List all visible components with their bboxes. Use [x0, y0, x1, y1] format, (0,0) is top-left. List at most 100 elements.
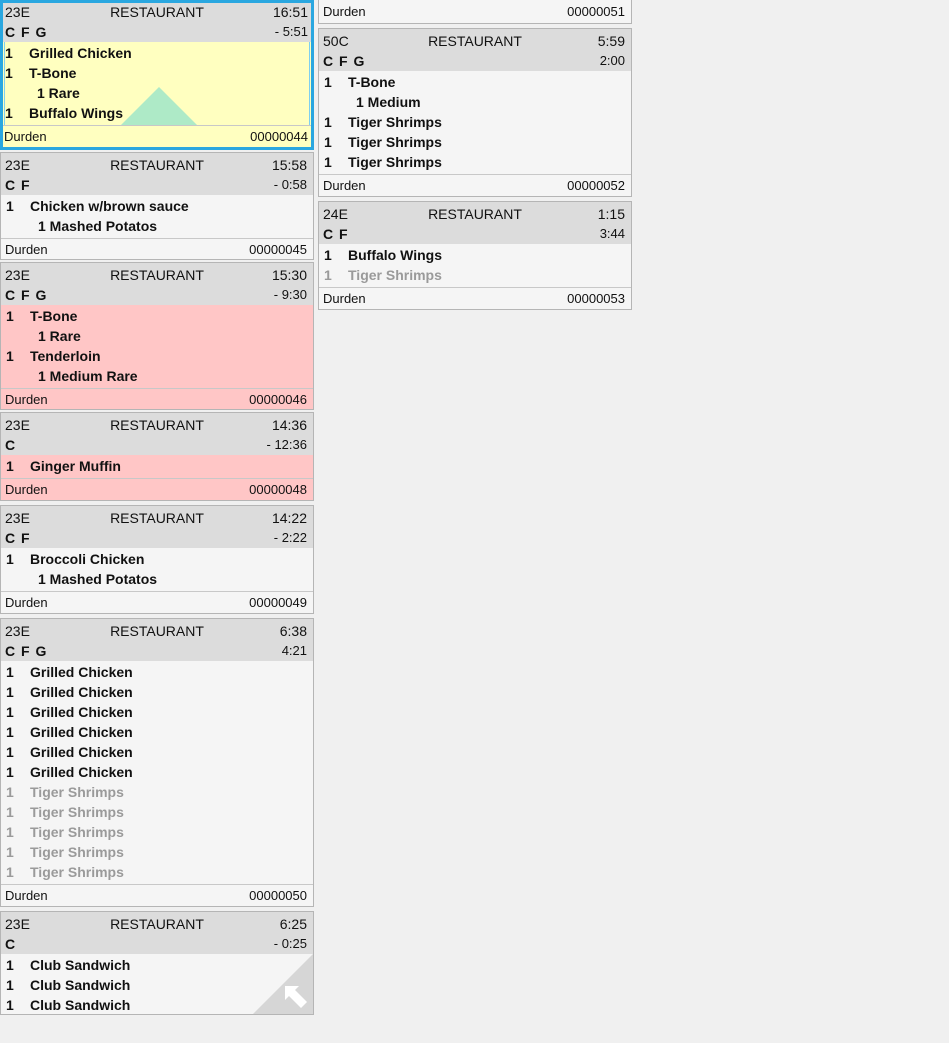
ticket-footer: Durden 00000050 — [1, 884, 313, 906]
order-ticket[interactable]: 23E RESTAURANT 15:58 C F - 0:58 1 Chicken… — [0, 152, 314, 260]
item-qty: 1 — [6, 704, 14, 720]
order-ticket[interactable]: 23E RESTAURANT 6:38 C F G 4:21 1 Grilled … — [0, 618, 314, 907]
item-name: Tiger Shrimps — [30, 804, 124, 820]
item-name: Tiger Shrimps — [30, 844, 124, 860]
item-qty: 1 — [6, 844, 14, 860]
order-item[interactable]: 1 Tiger Shrimps — [319, 132, 631, 152]
modifier-name: 1 Rare — [37, 85, 80, 101]
item-qty: 1 — [5, 65, 13, 81]
server-name: Durden — [5, 482, 48, 497]
order-item-bumped[interactable]: 1 Tiger Shrimps — [1, 842, 313, 862]
order-item[interactable]: 1 T-Bone — [319, 72, 631, 92]
item-name: Tiger Shrimps — [30, 864, 124, 880]
order-item[interactable]: 1 Tenderloin — [1, 346, 313, 366]
item-name: Grilled Chicken — [30, 724, 133, 740]
order-time: 5:59 — [597, 33, 625, 49]
order-item[interactable]: 1 Grilled Chicken — [1, 762, 313, 782]
order-time: 16:51 — [272, 4, 308, 20]
order-item[interactable]: 1 Grilled Chicken — [1, 702, 313, 722]
order-item[interactable]: 1 Tiger Shrimps — [319, 152, 631, 172]
order-ticket[interactable]: 23E RESTAURANT 15:30 C F G - 9:30 1 T-Bon… — [0, 262, 314, 410]
item-name: Tiger Shrimps — [348, 267, 442, 283]
order-item[interactable]: 1 Broccoli Chicken — [1, 549, 313, 569]
item-modifier[interactable]: 1 Rare — [1, 326, 313, 346]
order-item-bumped[interactable]: 1 Tiger Shrimps — [1, 822, 313, 842]
modifier-name: 1 Medium Rare — [38, 368, 138, 384]
order-item-bumped[interactable]: 1 Tiger Shrimps — [1, 862, 313, 882]
order-item[interactable]: 1 Grilled Chicken — [1, 742, 313, 762]
server-name: Durden — [323, 4, 366, 19]
elapsed-time: 4:21 — [281, 643, 307, 658]
order-item[interactable]: 1 Buffalo Wings — [319, 245, 631, 265]
ticket-footer: Durden 00000051 — [319, 0, 631, 23]
order-type: RESTAURANT — [110, 916, 204, 932]
course-flags: C — [5, 936, 17, 952]
item-qty: 1 — [324, 114, 332, 130]
elapsed-time: - 9:30 — [273, 287, 307, 302]
ticket-header: 23E RESTAURANT 15:58 C F - 0:58 — [1, 153, 313, 195]
ticket-footer: Durden 00000052 — [319, 174, 631, 196]
order-item[interactable]: 1 Tiger Shrimps — [319, 112, 631, 132]
order-ticket[interactable]: 23E RESTAURANT 14:22 C F - 2:22 1 Broccol… — [0, 505, 314, 614]
server-name: Durden — [5, 888, 48, 903]
order-item[interactable]: 1 Grilled Chicken — [1, 662, 313, 682]
item-name: Grilled Chicken — [30, 704, 133, 720]
continued-arrow-icon[interactable] — [253, 954, 313, 1014]
order-item-bumped[interactable]: 1 Tiger Shrimps — [319, 265, 631, 285]
order-number: 00000048 — [249, 482, 307, 497]
item-qty: 1 — [6, 348, 14, 364]
elapsed-time: - 2:22 — [273, 530, 307, 545]
item-name: Chicken w/brown sauce — [30, 198, 189, 214]
ticket-footer: Durden 00000045 — [1, 238, 313, 259]
elapsed-time: - 12:36 — [266, 437, 307, 452]
item-list: 1 T-Bone 1 Medium 1 Tiger Shrimps 1 Tiger S… — [319, 71, 631, 174]
order-item-bumped[interactable]: 1 Tiger Shrimps — [1, 782, 313, 802]
item-qty: 1 — [6, 744, 14, 760]
ticket-header: 23E RESTAURANT 15:30 C F G - 9:30 — [1, 263, 313, 305]
item-qty: 1 — [6, 997, 14, 1013]
elapsed-time: 3:44 — [599, 226, 625, 241]
item-modifier[interactable]: 1 Medium — [319, 92, 631, 112]
item-name: Grilled Chicken — [30, 764, 133, 780]
ticket-header: 23E RESTAURANT 14:22 C F - 2:22 — [1, 506, 313, 548]
item-qty: 1 — [5, 45, 13, 61]
item-qty: 1 — [6, 764, 14, 780]
item-name: T-Bone — [30, 308, 78, 324]
order-item[interactable]: 1 Chicken w/brown sauce — [1, 196, 313, 216]
course-flags: C F — [5, 177, 31, 193]
item-qty: 1 — [324, 134, 332, 150]
order-ticket[interactable]: Durden 00000051 — [318, 0, 632, 24]
order-ticket[interactable]: 23E RESTAURANT 14:36 C - 12:36 1 Ginger M… — [0, 412, 314, 501]
course-flags: C F G — [5, 287, 48, 303]
order-type: RESTAURANT — [110, 417, 204, 433]
order-type: RESTAURANT — [110, 4, 204, 20]
order-item[interactable]: 1 T-Bone — [3, 63, 311, 83]
ticket-footer: Durden 00000049 — [1, 591, 313, 613]
order-item[interactable]: 1 T-Bone — [1, 306, 313, 326]
server-name: Durden — [323, 291, 366, 306]
elapsed-time: - 5:51 — [274, 24, 308, 39]
item-qty: 1 — [6, 664, 14, 680]
scroll-down-indicator[interactable] — [121, 87, 197, 125]
order-item[interactable]: 1 Grilled Chicken — [1, 682, 313, 702]
order-item[interactable]: 1 Grilled Chicken — [1, 722, 313, 742]
order-item[interactable]: 1 Grilled Chicken — [3, 43, 311, 63]
order-ticket[interactable]: 50C RESTAURANT 5:59 C F G 2:00 1 T-Bone 1… — [318, 28, 632, 197]
elapsed-time: - 0:25 — [273, 936, 307, 951]
item-modifier[interactable]: 1 Medium Rare — [1, 366, 313, 386]
order-item-bumped[interactable]: 1 Tiger Shrimps — [1, 802, 313, 822]
item-qty: 1 — [6, 724, 14, 740]
item-name: Buffalo Wings — [29, 105, 123, 121]
order-number: 00000052 — [567, 178, 625, 193]
order-ticket[interactable]: 23E RESTAURANT 6:25 C - 0:25 1 Club Sandw… — [0, 911, 314, 1015]
order-time: 15:58 — [271, 157, 307, 173]
course-flags: C F G — [5, 643, 48, 659]
item-modifier[interactable]: 1 Mashed Potatos — [1, 569, 313, 589]
order-ticket[interactable]: 24E RESTAURANT 1:15 C F 3:44 1 Buffalo Wi… — [318, 201, 632, 310]
item-modifier[interactable]: 1 Mashed Potatos — [1, 216, 313, 236]
order-type: RESTAURANT — [110, 510, 204, 526]
order-ticket[interactable]: 23E RESTAURANT 16:51 C F G - 5:51 1 Grill… — [0, 0, 314, 150]
order-type: RESTAURANT — [428, 206, 522, 222]
ticket-footer: Durden 00000053 — [319, 287, 631, 309]
order-item[interactable]: 1 Ginger Muffin — [1, 456, 313, 476]
